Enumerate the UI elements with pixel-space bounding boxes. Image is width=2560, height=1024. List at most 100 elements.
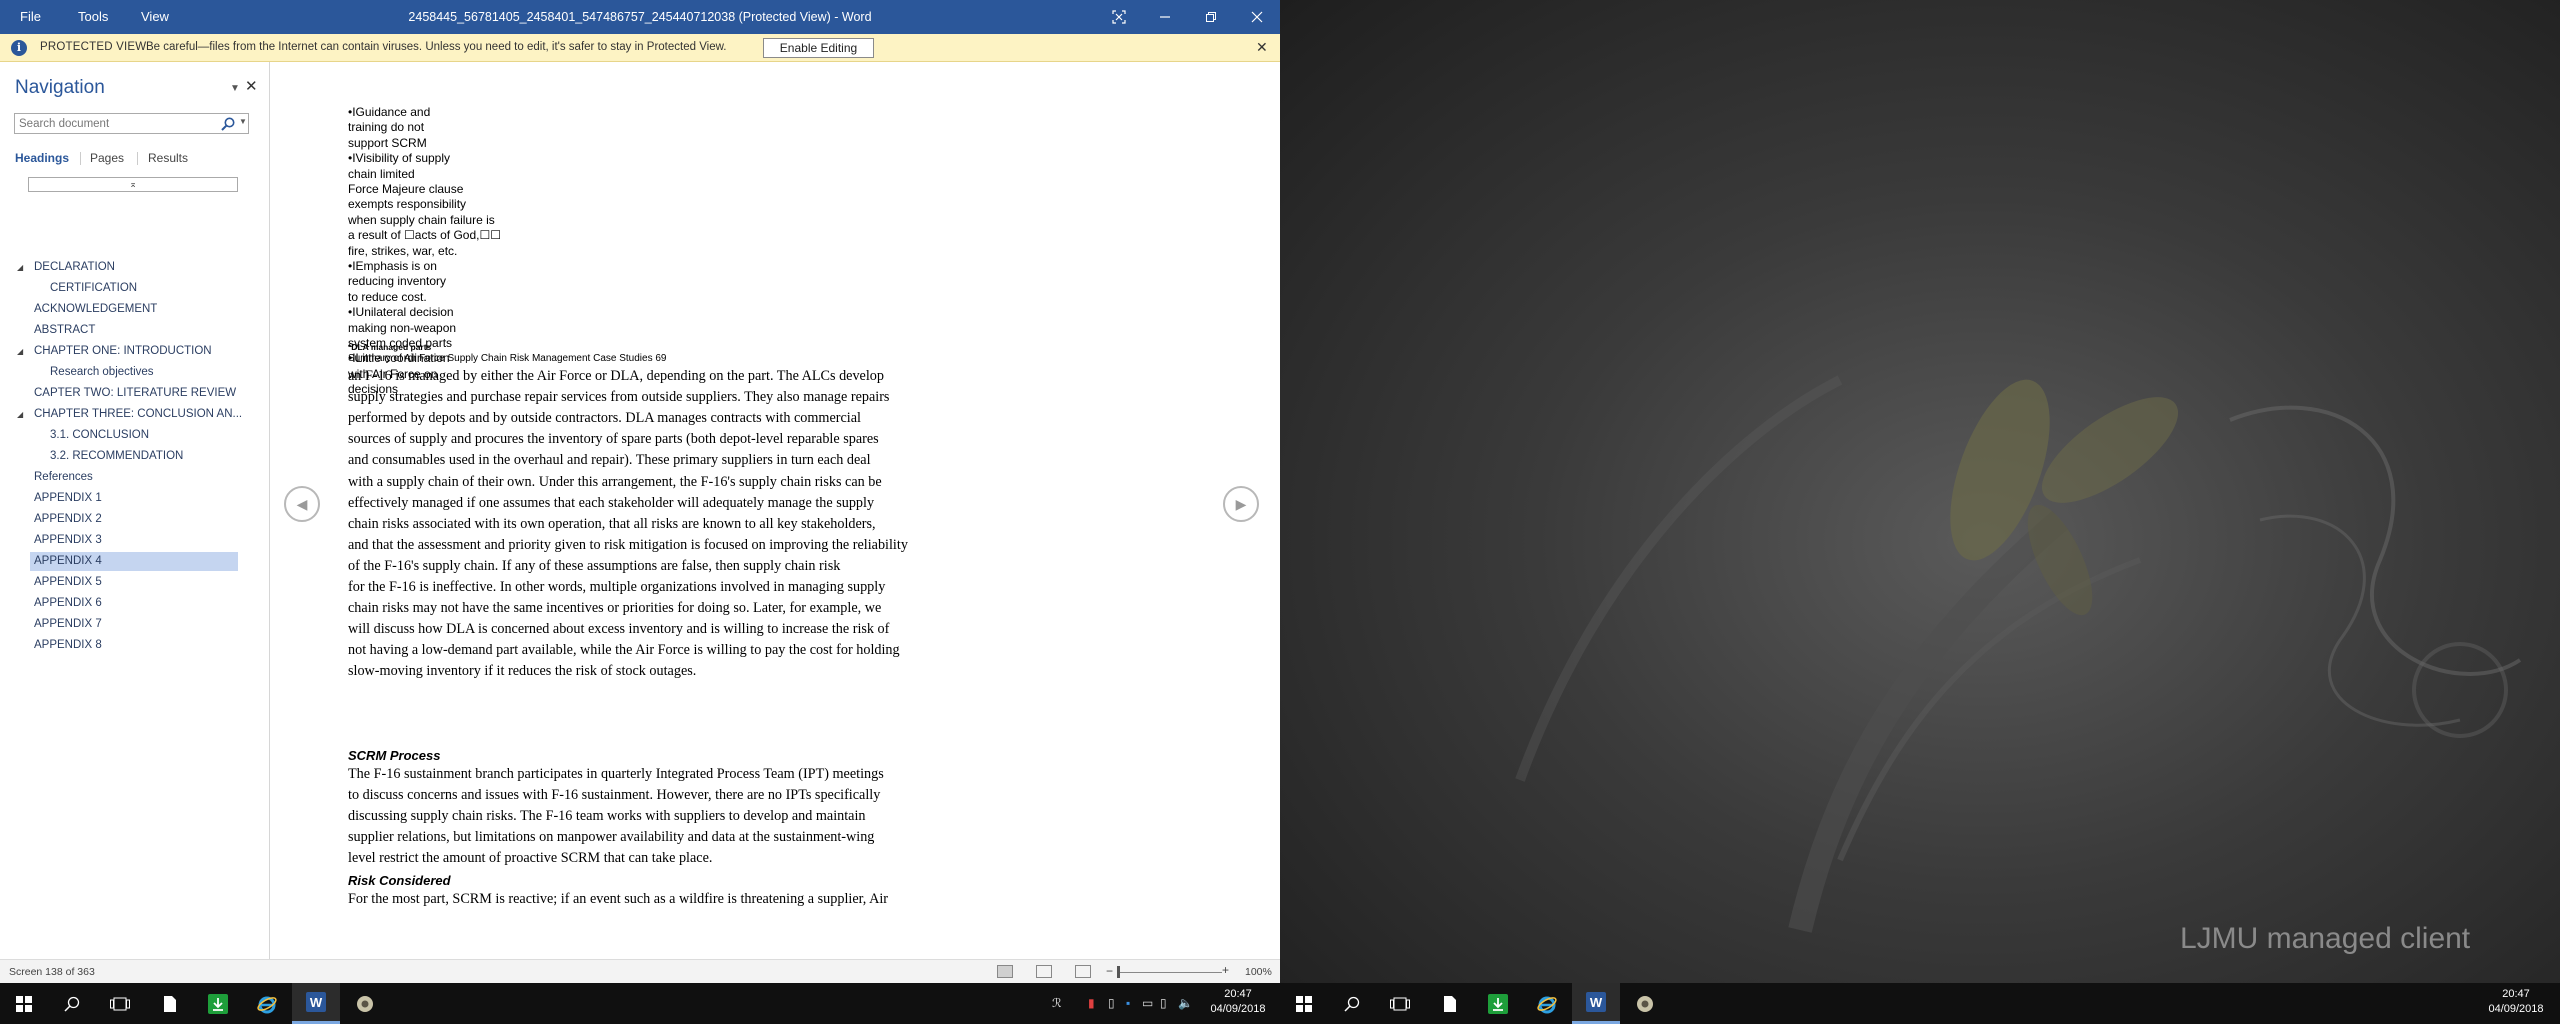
document-area: •IGuidance and training do not support SCR… <box>271 62 1280 959</box>
nav-heading-item[interactable]: References <box>30 468 238 487</box>
search-icon[interactable] <box>220 116 236 132</box>
task-view-icon[interactable] <box>96 983 144 1024</box>
svg-text:W: W <box>1590 995 1603 1010</box>
nav-heading-item[interactable]: APPENDIX 3 <box>30 531 238 550</box>
read-mode-icon[interactable] <box>1096 0 1142 34</box>
windows-start-icon[interactable] <box>0 983 48 1024</box>
body-text-line: supplier relations, but limitations on m… <box>348 829 875 846</box>
close-icon[interactable] <box>1234 0 1280 34</box>
body-text-line: For the most part, SCRM is reactive; if … <box>348 891 889 907</box>
enable-editing-button[interactable]: Enable Editing <box>763 38 874 58</box>
settings-app-icon[interactable] <box>341 983 389 1024</box>
table-cell-line: support SCRM <box>348 135 427 150</box>
info-icon: i <box>11 40 27 56</box>
body-text-line: and that the assessment and priority giv… <box>348 536 908 553</box>
tab-headings[interactable]: Headings <box>15 151 69 165</box>
pane-options-icon[interactable]: ▼ <box>230 83 240 94</box>
taskbar-left: W ℛ ▮ ▯ ▪ ▭ ▯ 🔈 20:47 04/09/2018 <box>0 983 1280 1024</box>
zoom-slider-thumb[interactable] <box>1117 966 1120 978</box>
people-icon[interactable]: ℛ <box>1052 996 1062 1010</box>
zoom-out-icon[interactable]: − <box>1106 964 1113 978</box>
zoom-in-icon[interactable]: + <box>1222 963 1229 977</box>
nav-heading-item[interactable]: Research objectives <box>30 363 238 382</box>
print-layout-view-icon[interactable] <box>1036 965 1052 978</box>
table-cell-line: reducing inventory <box>348 274 447 289</box>
menu-file[interactable]: File <box>20 0 41 34</box>
collapse-all-button[interactable]: ⌅ <box>28 177 238 192</box>
table-cell-line: •IUnilateral decision <box>348 305 454 320</box>
chevron-down-icon[interactable]: ▼ <box>239 117 247 126</box>
clock[interactable]: 20:47 04/09/2018 <box>2476 987 2556 1017</box>
read-mode-view-icon[interactable] <box>997 965 1013 978</box>
body-text-line: supply strategies and purchase repair se… <box>348 389 890 406</box>
navigation-pane: Navigation ▼ ✕ ▼ Headings Pages Results … <box>0 62 270 959</box>
footnote: *DLA managed parts <box>348 342 432 352</box>
nav-heading-item[interactable]: ACKNOWLEDGEMENT <box>30 300 238 319</box>
search-icon[interactable] <box>48 983 96 1024</box>
clock[interactable]: 20:47 04/09/2018 <box>1200 987 1276 1017</box>
restore-icon[interactable] <box>1188 0 1234 34</box>
expand-collapse-icon[interactable]: ◢ <box>17 263 23 272</box>
tray-icon[interactable]: ▯ <box>1160 996 1167 1010</box>
expand-collapse-icon[interactable]: ◢ <box>17 410 23 419</box>
download-app-icon[interactable] <box>194 983 242 1024</box>
tab-divider <box>137 152 138 165</box>
nav-heading-item[interactable]: CHAPTER THREE: CONCLUSION AN... <box>30 405 242 424</box>
word-taskbar-icon[interactable]: W <box>292 983 340 1024</box>
search-input[interactable] <box>15 114 215 133</box>
tray-icon[interactable]: ▯ <box>1108 996 1115 1010</box>
menu-view[interactable]: View <box>141 0 169 34</box>
nav-heading-item[interactable]: APPENDIX 5 <box>30 573 238 592</box>
previous-page-arrow-icon[interactable]: ◀ <box>284 486 320 522</box>
file-explorer-icon[interactable] <box>146 983 194 1024</box>
table-cell-line: making non-weapon <box>348 320 457 335</box>
internet-explorer-icon[interactable] <box>1523 983 1571 1024</box>
nav-heading-item[interactable]: APPENDIX 8 <box>30 636 238 655</box>
settings-app-icon[interactable] <box>1621 983 1669 1024</box>
zoom-slider-track[interactable] <box>1117 972 1222 973</box>
task-view-icon[interactable] <box>1376 983 1424 1024</box>
nav-heading-item[interactable]: 3.2. RECOMMENDATION <box>30 447 238 466</box>
expand-collapse-icon[interactable]: ◢ <box>17 347 23 356</box>
table-cell-line: •IVisibility of supply <box>348 151 451 166</box>
nav-heading-item[interactable]: CAPTER TWO: LITERATURE REVIEW <box>30 384 238 403</box>
nav-heading-item[interactable]: CHAPTER ONE: INTRODUCTION <box>30 342 238 361</box>
download-app-icon[interactable] <box>1474 983 1522 1024</box>
network-icon[interactable]: ▭ <box>1142 996 1153 1010</box>
nav-heading-item[interactable]: APPENDIX 2 <box>30 510 238 529</box>
tray-icon[interactable]: ▪ <box>1126 996 1130 1010</box>
nav-heading-item[interactable]: ABSTRACT <box>30 321 238 340</box>
windows-start-icon[interactable] <box>1280 983 1328 1024</box>
web-layout-view-icon[interactable] <box>1075 965 1091 978</box>
nav-heading-item[interactable]: CERTIFICATION <box>30 279 238 298</box>
close-icon[interactable]: ✕ <box>245 77 258 95</box>
word-taskbar-icon[interactable]: W <box>1572 983 1620 1024</box>
section-heading: SCRM Process <box>348 748 441 763</box>
tab-pages[interactable]: Pages <box>90 151 124 165</box>
antivirus-icon[interactable]: ▮ <box>1088 996 1095 1010</box>
nav-heading-item[interactable]: APPENDIX 7 <box>30 615 238 634</box>
nav-heading-item[interactable]: APPENDIX 1 <box>30 489 238 508</box>
zoom-level[interactable]: 100% <box>1245 966 1272 978</box>
volume-icon[interactable]: 🔈 <box>1178 996 1193 1010</box>
file-explorer-icon[interactable] <box>1426 983 1474 1024</box>
minimize-icon[interactable] <box>1142 0 1188 34</box>
svg-text:W: W <box>310 995 323 1010</box>
body-text-line: chain risks associated with its own oper… <box>348 515 876 532</box>
nav-heading-item[interactable]: DECLARATION <box>30 258 238 277</box>
body-text-line: The F-16 sustainment branch participates… <box>348 766 884 782</box>
next-page-arrow-icon[interactable]: ▶ <box>1223 486 1259 522</box>
nav-heading-item[interactable]: 3.1. CONCLUSION <box>30 426 238 445</box>
table-cell-line: Force Majeure clause <box>348 182 464 196</box>
close-icon[interactable]: ✕ <box>1256 39 1268 56</box>
tab-results[interactable]: Results <box>148 151 188 165</box>
navigation-title: Navigation <box>15 77 105 98</box>
body-text-line: will discuss how DLA is concerned about … <box>348 621 890 638</box>
nav-heading-item[interactable]: APPENDIX 4 <box>30 552 238 571</box>
nav-heading-item[interactable]: APPENDIX 6 <box>30 594 238 613</box>
internet-explorer-icon[interactable] <box>243 983 291 1024</box>
search-icon[interactable] <box>1328 983 1376 1024</box>
title-bar: File Tools View 2458445_56781405_2458401… <box>0 0 1280 34</box>
menu-tools[interactable]: Tools <box>78 0 108 34</box>
body-text-line: not having a low-demand part available, … <box>348 642 900 659</box>
